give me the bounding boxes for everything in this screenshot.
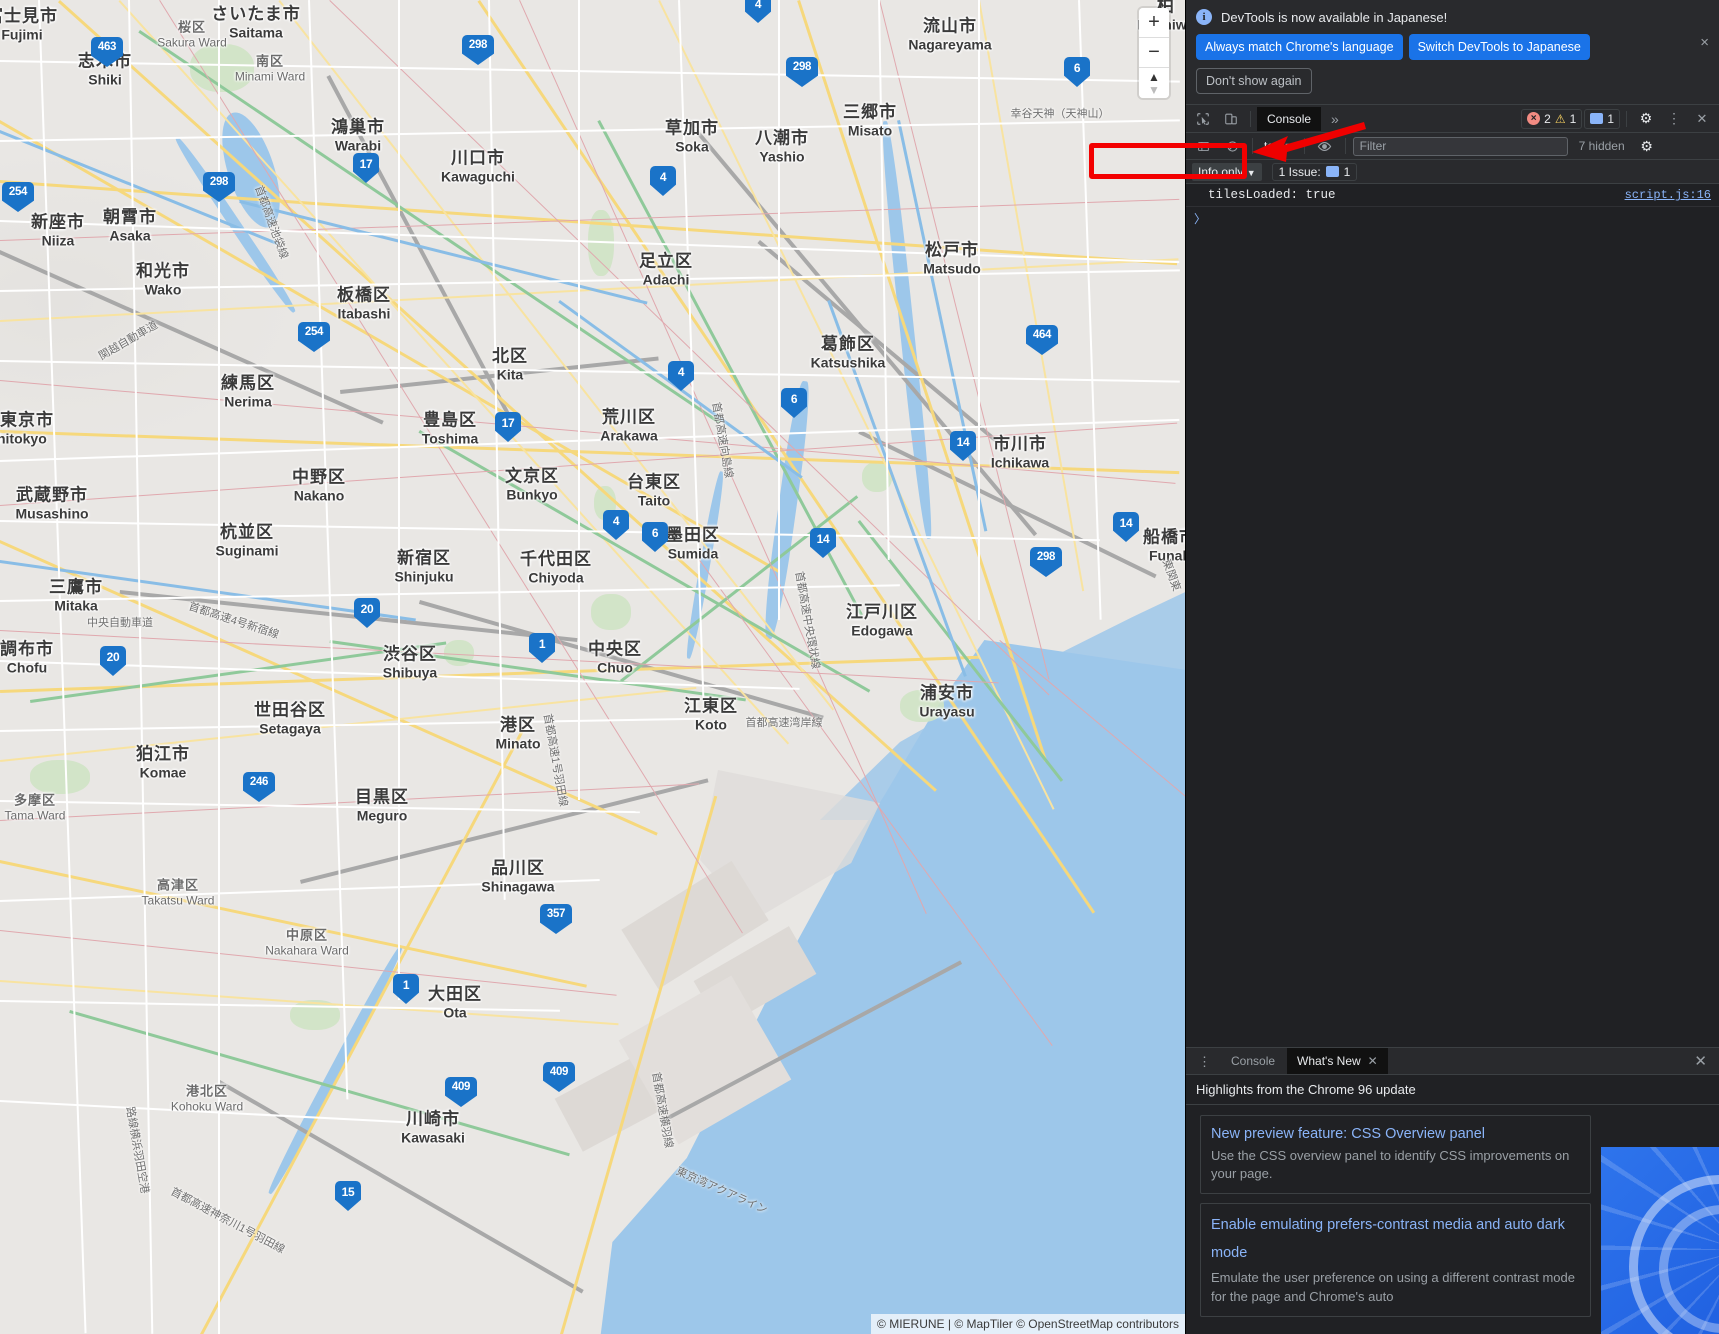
console-settings-gear-icon[interactable]: ⚙: [1634, 134, 1660, 158]
live-expression-icon[interactable]: [1312, 134, 1338, 158]
info-icon: i: [1196, 9, 1212, 25]
whats-new-card[interactable]: New preview feature: CSS Overview panel …: [1200, 1115, 1591, 1195]
drawer-close-icon[interactable]: ✕: [1686, 1052, 1715, 1070]
issues-chip[interactable]: 1 Issue: 1: [1271, 162, 1358, 181]
whats-new-body[interactable]: New preview feature: CSS Overview panel …: [1186, 1105, 1719, 1334]
whats-new-header: Highlights from the Chrome 96 update: [1186, 1075, 1719, 1105]
green-area-west: [30, 760, 90, 794]
filterbar-divider-3: [1344, 138, 1346, 154]
compass-up-icon: ▲: [1148, 69, 1160, 84]
whats-new-card-desc: Emulate the user preference on using a d…: [1211, 1270, 1575, 1304]
browser-window: 富士見市Fujimiさいたま市Saitama桜区Sakura Ward南区Min…: [0, 0, 1719, 1334]
device-toolbar-icon[interactable]: [1218, 107, 1244, 131]
execution-context-selector[interactable]: top ▼: [1260, 137, 1297, 155]
green-area-kasai: [900, 690, 944, 722]
filterbar-divider: [1252, 138, 1253, 154]
close-devtools-icon[interactable]: ✕: [1689, 107, 1715, 131]
log-level-selector[interactable]: Info only ▼: [1192, 162, 1262, 181]
banner-button-row: Always match Chrome's language Switch De…: [1196, 34, 1709, 60]
console-message-source-link[interactable]: script.js:16: [1625, 188, 1711, 202]
devtools-main-toolbar[interactable]: Console » × 2 ⚠ 1 1 ⚙ ⋮ ✕: [1186, 105, 1719, 133]
console-filter-toolbar[interactable]: top ▼ 7 hidden ⚙: [1186, 133, 1719, 160]
switch-devtools-to-japanese-button[interactable]: Switch DevTools to Japanese: [1408, 34, 1590, 60]
issues-count: 1: [1343, 164, 1351, 179]
issue-icon: [1325, 166, 1339, 177]
console-message-row[interactable]: tilesLoaded: true script.js:16: [1186, 184, 1719, 207]
execution-context-label: top: [1264, 139, 1281, 153]
map-viewport[interactable]: 富士見市Fujimiさいたま市Saitama桜区Sakura Ward南区Min…: [0, 0, 1185, 1334]
error-warning-badges[interactable]: × 2 ⚠ 1: [1521, 108, 1583, 129]
message-badge[interactable]: 1: [1584, 108, 1620, 129]
console-message-area[interactable]: tilesLoaded: true script.js:16: [1186, 184, 1719, 1047]
green-area-imperial: [591, 594, 631, 630]
clear-console-icon[interactable]: [1219, 134, 1245, 158]
drawer-tab-console[interactable]: Console: [1221, 1048, 1285, 1074]
drawer-tab-whats-new[interactable]: What's New ✕: [1287, 1048, 1388, 1074]
console-level-toolbar[interactable]: Info only ▼ 1 Issue: 1: [1186, 160, 1719, 184]
toolbar-divider: [1250, 110, 1251, 127]
drawer-more-icon[interactable]: ⋮: [1190, 1055, 1219, 1068]
filterbar-divider-2: [1303, 138, 1305, 154]
always-match-chrome-language-button[interactable]: Always match Chrome's language: [1196, 34, 1403, 60]
more-tabs-icon[interactable]: »: [1323, 111, 1347, 127]
console-input-prompt[interactable]: [1186, 207, 1719, 227]
issues-label: 1 Issue:: [1278, 164, 1321, 179]
hidden-messages-count: 7 hidden: [1578, 139, 1625, 153]
whats-new-card-title[interactable]: New preview feature: CSS Overview panel: [1211, 1124, 1580, 1145]
map-canvas[interactable]: 富士見市Fujimiさいたま市Saitama桜区Sakura Ward南区Min…: [0, 0, 1185, 1334]
tab-console[interactable]: Console: [1257, 106, 1322, 131]
console-sidebar-icon[interactable]: [1190, 134, 1216, 158]
warning-icon: ⚠: [1554, 111, 1566, 126]
whats-new-thumbnail-image: [1601, 1147, 1719, 1334]
zoom-in-button[interactable]: +: [1139, 8, 1169, 38]
chevron-down-icon: ▼: [1283, 141, 1293, 151]
whats-new-card[interactable]: Enable emulating prefers-contrast media …: [1200, 1203, 1591, 1317]
error-count: 2: [1544, 111, 1551, 126]
error-icon: ×: [1527, 112, 1541, 125]
banner-message: DevTools is now available in Japanese!: [1221, 9, 1448, 25]
warning-count: 1: [1569, 111, 1577, 126]
toolbar-divider-2: [1626, 110, 1627, 127]
kebab-menu-icon[interactable]: ⋮: [1661, 107, 1687, 131]
compass-down-icon: ▼: [1148, 82, 1160, 97]
map-attribution[interactable]: © MIERUNE | © MapTiler © OpenStreetMap c…: [871, 1314, 1185, 1334]
log-level-label: Info only: [1198, 164, 1244, 179]
drawer-tab-bar[interactable]: ⋮ Console What's New ✕ ✕: [1186, 1048, 1719, 1075]
devtools-panel[interactable]: i DevTools is now available in Japanese!…: [1089, 0, 1719, 1334]
dont-show-again-button[interactable]: Don't show again: [1196, 68, 1312, 94]
console-message-text: tilesLoaded: true: [1208, 188, 1336, 202]
chevron-down-icon-level: ▼: [1246, 167, 1256, 178]
map-zoom-controls[interactable]: + − ▲ ▼: [1139, 8, 1169, 98]
zoom-out-button[interactable]: −: [1139, 38, 1169, 68]
gear-icon[interactable]: ⚙: [1633, 107, 1659, 131]
whats-new-card-desc: Use the CSS overview panel to identify C…: [1211, 1148, 1570, 1182]
inspect-element-icon[interactable]: [1190, 107, 1216, 131]
banner-message-row: i DevTools is now available in Japanese!: [1196, 9, 1709, 25]
compass-pitch-button[interactable]: ▲ ▼: [1139, 68, 1169, 98]
whats-new-card-list: New preview feature: CSS Overview panel …: [1200, 1115, 1591, 1334]
message-icon: [1590, 113, 1604, 124]
message-count: 1: [1607, 111, 1614, 126]
filter-input[interactable]: [1352, 136, 1568, 156]
devtools-drawer[interactable]: ⋮ Console What's New ✕ ✕ Highlights from…: [1186, 1047, 1719, 1334]
devtools-language-banner: i DevTools is now available in Japanese!…: [1186, 0, 1719, 105]
drawer-tab-whats-new-label: What's New: [1297, 1054, 1361, 1068]
close-icon-whats-new[interactable]: ✕: [1368, 1054, 1378, 1068]
banner-close-icon[interactable]: ×: [1700, 34, 1709, 51]
whats-new-card-title[interactable]: Enable emulating prefers-contrast media …: [1211, 1212, 1580, 1267]
